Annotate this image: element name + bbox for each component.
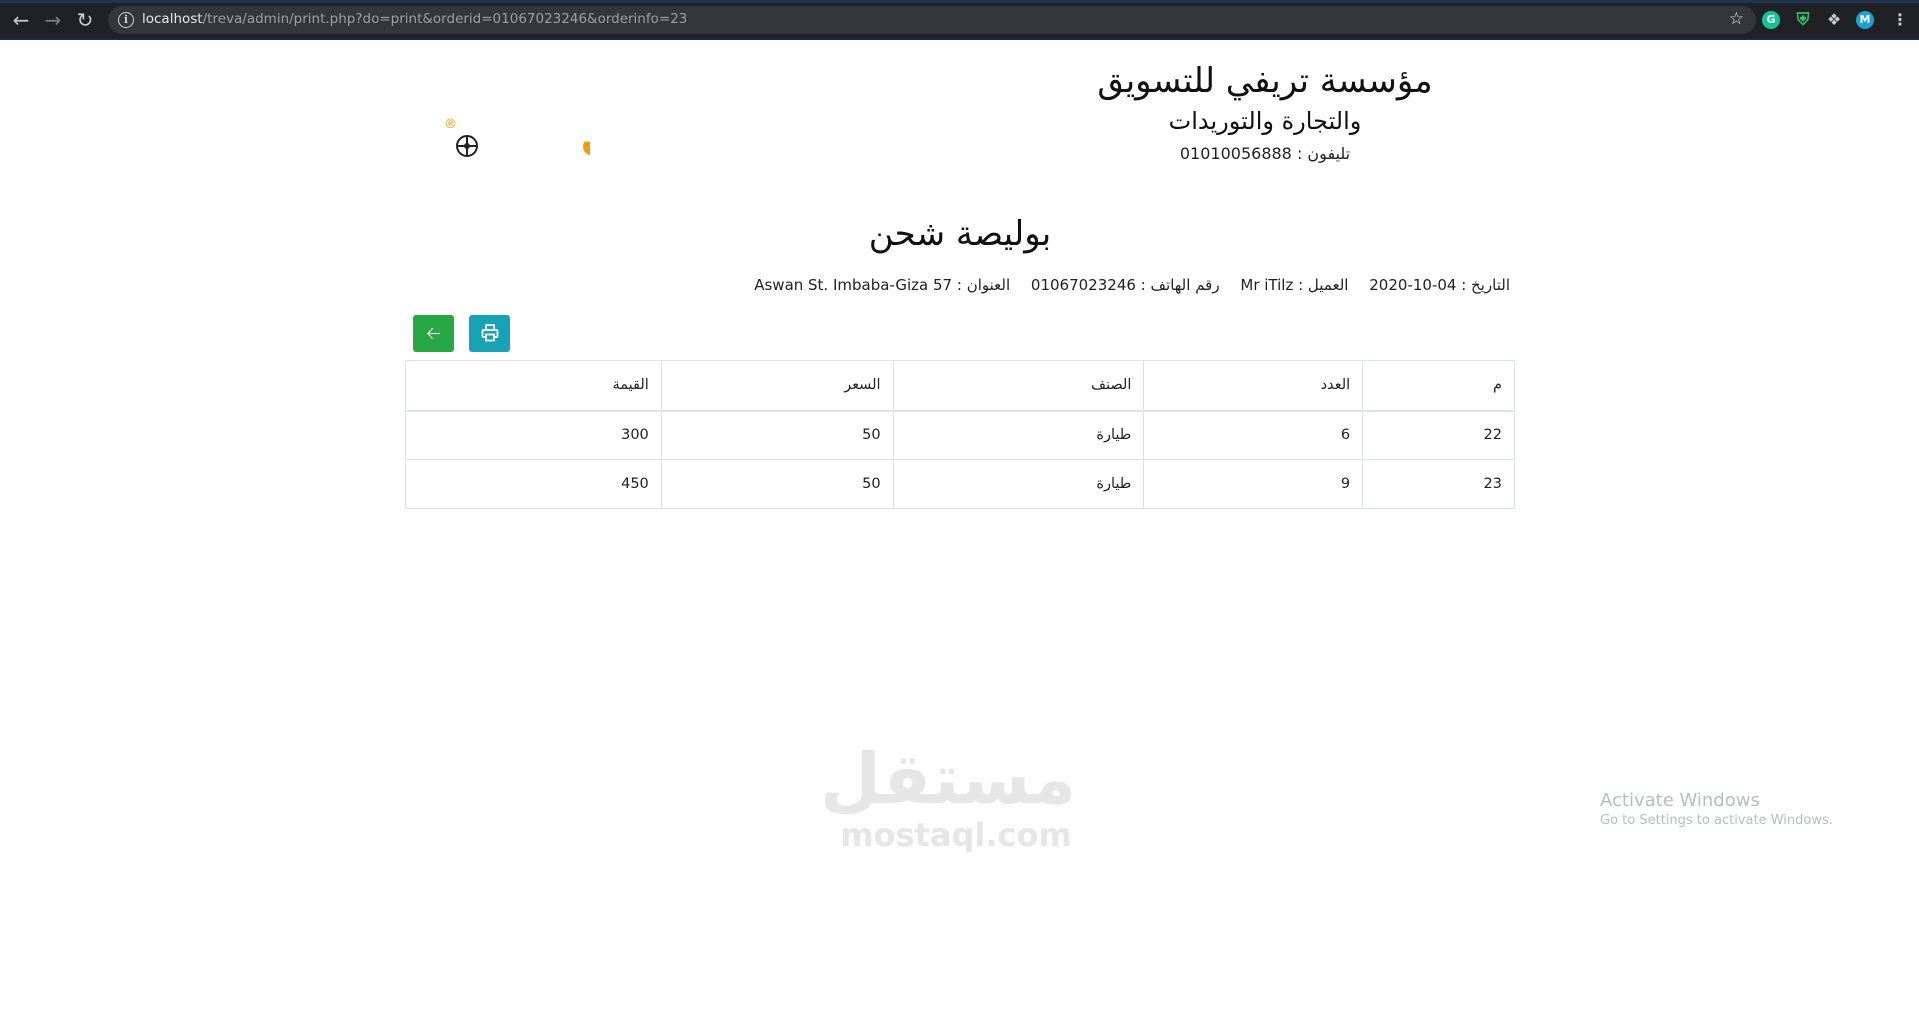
url-host: localhost [142, 11, 203, 27]
extensions-puzzle-icon[interactable]: ❖ [1825, 11, 1843, 29]
browser-toolbar: ← → ↻ i localhost/treva/admin/print.php?… [0, 0, 1919, 40]
back-button[interactable]: 🡠 [413, 315, 454, 352]
invoice-page: ® تريفي مؤسسة تريفي للتسويق والتجارة وال… [0, 40, 1919, 1010]
windows-activation-notice: Activate Windows Go to Settings to activ… [1600, 790, 1833, 828]
cell-price: 50 [660, 459, 894, 509]
watermark-latin: mostaql.com [840, 816, 1072, 854]
table-row: 22 6 طيارة 50 300 [405, 410, 1515, 460]
print-button[interactable] [469, 315, 510, 352]
print-icon [481, 324, 498, 342]
logo-gear-icon [456, 135, 478, 157]
header-quantity: العدد [1143, 360, 1364, 412]
header-item: الصنف [892, 360, 1145, 412]
customer-phone: رقم الهاتف : 01067023246 [1030, 276, 1220, 294]
registered-mark: ® [444, 117, 457, 132]
document-title: بوليصة شحن [868, 214, 1052, 254]
bookmark-star-icon[interactable]: ☆ [1729, 9, 1744, 29]
logo-graphic: ® تريفي [444, 106, 729, 162]
header-total: القيمة [405, 360, 662, 412]
company-header: مؤسسة تريفي للتسويق والتجارة والتوريدات … [1040, 58, 1490, 163]
back-arrow-icon[interactable]: ← [10, 9, 32, 31]
activation-subtitle: Go to Settings to activate Windows. [1600, 813, 1833, 828]
company-phone: تليفون : 01010056888 [1179, 144, 1351, 163]
tab-strip-edge [0, 0, 1919, 3]
cell-price: 50 [660, 410, 894, 460]
address-url[interactable]: localhost/treva/admin/print.php?do=print… [142, 11, 687, 27]
company-logo: ® تريفي [430, 92, 729, 166]
customer-address: العنوان : Aswan St. Imbaba-Giza 57 [754, 276, 1011, 294]
cell-index: 22 [1362, 410, 1515, 460]
browser-menu-icon[interactable]: ⋮ [1891, 11, 1909, 29]
watermark-arabic: مستقل [819, 738, 1076, 820]
grammarly-extension-icon[interactable]: G [1762, 11, 1780, 29]
site-info-icon[interactable]: i [118, 12, 134, 28]
activation-title: Activate Windows [1600, 790, 1760, 811]
cell-quantity: 6 [1143, 410, 1364, 460]
cell-quantity: 9 [1143, 459, 1364, 509]
profile-avatar[interactable]: M [1856, 11, 1874, 29]
company-subtitle: والتجارة والتوريدات [1168, 107, 1362, 135]
shield-extension-icon[interactable]: ⛨ [1794, 11, 1812, 29]
table-row: 23 9 طيارة 50 450 [405, 459, 1515, 509]
cell-item: طيارة [892, 459, 1145, 509]
reload-icon[interactable]: ↻ [74, 9, 96, 31]
header-index: م [1362, 360, 1515, 412]
order-date: التاريخ : 04-10-2020 [1369, 276, 1510, 294]
mostaql-watermark: مستقل mostaql.com [819, 738, 1076, 854]
cell-total: 300 [405, 410, 662, 460]
order-meta: التاريخ : 04-10-2020 العميل : Mr iTilz ر… [640, 276, 1510, 294]
logo-text: تريفي [580, 106, 590, 162]
cell-index: 23 [1362, 459, 1515, 509]
company-name: مؤسسة تريفي للتسويق [1097, 61, 1433, 101]
header-price: السعر [660, 360, 894, 412]
arrow-left-icon: 🡠 [426, 323, 441, 344]
items-table: م العدد الصنف السعر القيمة 22 6 طيارة 50… [405, 360, 1515, 509]
customer-name: العميل : Mr iTilz [1240, 276, 1349, 294]
cell-total: 450 [405, 459, 662, 509]
address-bar[interactable]: i localhost/treva/admin/print.php?do=pri… [108, 6, 1756, 34]
cell-item: طيارة [892, 410, 1145, 460]
url-path: /treva/admin/print.php?do=print&orderid=… [202, 11, 688, 27]
table-header-row: م العدد الصنف السعر القيمة [405, 360, 1515, 412]
forward-arrow-icon[interactable]: → [42, 9, 64, 31]
